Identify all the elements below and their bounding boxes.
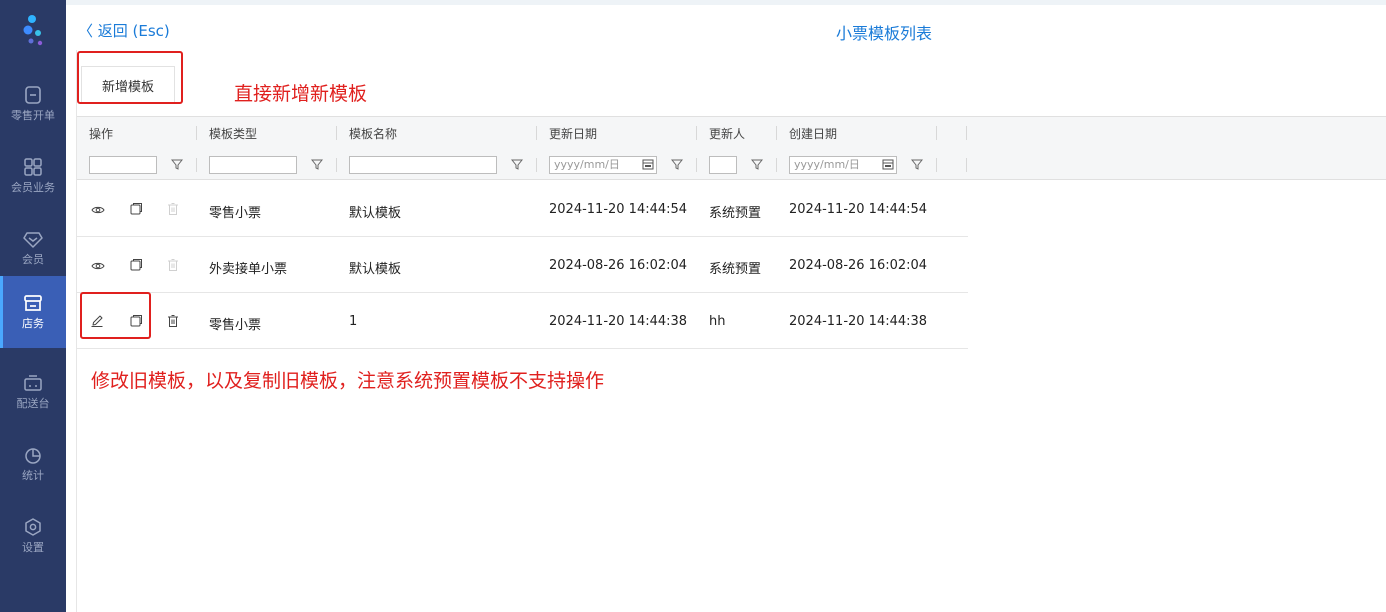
cell-updated: 2024-08-26 16:02:04 (549, 258, 688, 273)
page-title: 小票模板列表 (836, 24, 933, 43)
sidebar-item-member-business[interactable]: 会员业务 (0, 140, 66, 212)
delete-icon-disabled (168, 259, 178, 271)
sidebar-item-label: 会员 (22, 253, 44, 266)
column-header-type: 模板类型 (209, 127, 258, 141)
column-header-name: 模板名称 (349, 127, 398, 141)
filter-separator (966, 158, 967, 172)
filter-separator (936, 158, 937, 172)
column-header-created: 创建日期 (789, 127, 838, 141)
cell-type: 零售小票 (209, 318, 262, 333)
sidebar-item-label: 零售开单 (11, 109, 55, 122)
sidebar-item-label: 配送台 (16, 397, 50, 410)
diamond-icon (23, 232, 43, 248)
column-separator (336, 126, 337, 140)
column-header-updater: 更新人 (709, 127, 746, 141)
cell-name: 默认模板 (349, 206, 402, 221)
logo-icon (23, 15, 43, 46)
copy-icon[interactable] (129, 258, 143, 272)
receipt-icon (25, 86, 41, 104)
pie-chart-icon (25, 448, 41, 464)
cell-type: 零售小票 (209, 206, 262, 221)
filter-separator (336, 158, 337, 172)
cell-created: 2024-08-26 16:02:04 (789, 258, 928, 273)
back-button[interactable]: 〈 返回 (Esc) (78, 20, 170, 41)
sidebar-item-label: 统计 (22, 469, 44, 482)
cell-created: 2024-11-20 14:44:54 (789, 202, 928, 217)
column-separator (966, 126, 967, 140)
sidebar-item-store[interactable]: 店务 (0, 276, 66, 348)
filter-input-type[interactable] (209, 156, 297, 174)
filter-separator (196, 158, 197, 172)
filter-separator (776, 158, 777, 172)
sidebar-item-label: 店务 (22, 317, 44, 330)
delete-icon-disabled (168, 203, 178, 215)
sidebar-item-settings[interactable]: 设置 (0, 500, 66, 572)
cell-name: 1 (349, 314, 358, 329)
sidebar-item-label: 设置 (22, 541, 44, 554)
filter-icon[interactable] (751, 157, 763, 171)
app-logo (0, 0, 66, 62)
filter-icon[interactable] (671, 157, 683, 171)
delivery-icon (24, 375, 42, 391)
sidebar: 零售开单 会员业务 会员 店务 配送台 统计 设置 (0, 0, 66, 612)
column-header-updated: 更新日期 (549, 127, 598, 141)
view-icon[interactable] (91, 259, 105, 273)
column-separator (196, 126, 197, 140)
cell-updater: hh (709, 314, 726, 329)
store-icon (24, 295, 42, 311)
cell-name: 默认模板 (349, 262, 402, 277)
column-separator (936, 126, 937, 140)
sidebar-item-label: 会员业务 (11, 181, 55, 194)
add-template-button[interactable]: 新增模板 (81, 66, 175, 104)
annotation-add-note: 直接新增新模板 (234, 83, 368, 105)
view-icon[interactable] (91, 203, 105, 217)
cell-type: 外卖接单小票 (209, 262, 288, 277)
cell-created: 2024-11-20 14:44:38 (789, 314, 928, 329)
top-border (66, 0, 1386, 5)
sidebar-item-delivery[interactable]: 配送台 (0, 356, 66, 428)
sidebar-item-statistics[interactable]: 统计 (0, 428, 66, 500)
filter-input-actions[interactable] (89, 156, 157, 174)
filter-icon[interactable] (911, 157, 923, 171)
filter-input-name[interactable] (349, 156, 497, 174)
gear-icon (25, 518, 41, 536)
filter-separator (536, 158, 537, 172)
copy-icon[interactable] (129, 314, 143, 328)
copy-icon[interactable] (129, 202, 143, 216)
cell-updated: 2024-11-20 14:44:38 (549, 314, 688, 329)
sidebar-item-retail-order[interactable]: 零售开单 (0, 68, 66, 140)
filter-input-updater[interactable] (709, 156, 737, 174)
delete-icon[interactable] (166, 314, 180, 328)
filter-separator (696, 158, 697, 172)
cell-updater: 系统预置 (709, 206, 762, 221)
cell-updater: 系统预置 (709, 262, 762, 277)
filter-date-updated[interactable]: yyyy/mm/日 (549, 156, 657, 174)
column-separator (536, 126, 537, 140)
calendar-icon[interactable] (642, 158, 654, 170)
filter-icon[interactable] (311, 157, 323, 171)
filter-date-created[interactable]: yyyy/mm/日 (789, 156, 897, 174)
edit-icon[interactable] (90, 314, 104, 328)
calendar-icon[interactable] (882, 158, 894, 170)
grid-icon (24, 158, 42, 176)
cell-updated: 2024-11-20 14:44:54 (549, 202, 688, 217)
column-separator (776, 126, 777, 140)
filter-icon[interactable] (171, 157, 183, 171)
annotation-edit-note: 修改旧模板，以及复制旧模板，注意系统预置模板不支持操作 (91, 370, 605, 392)
column-header-actions: 操作 (89, 127, 114, 141)
column-separator (696, 126, 697, 140)
sidebar-item-member[interactable]: 会员 (0, 212, 66, 284)
filter-icon[interactable] (511, 157, 523, 171)
